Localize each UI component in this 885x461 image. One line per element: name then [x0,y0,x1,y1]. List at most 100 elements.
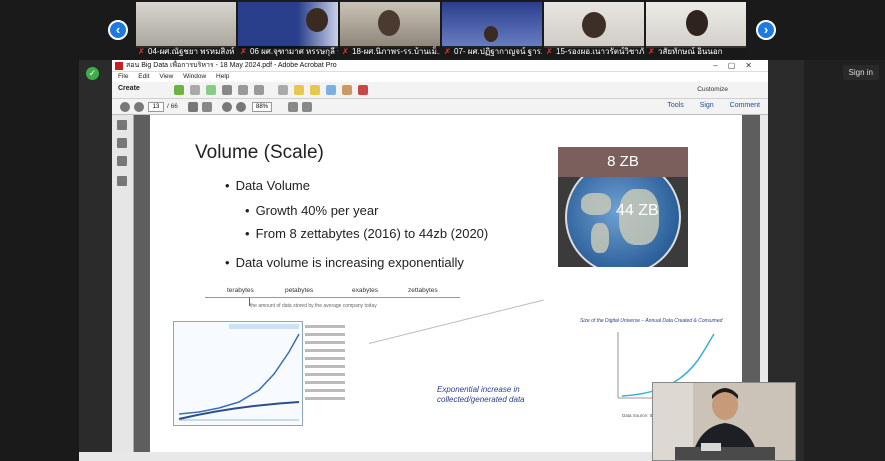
participant-name: 07- ผศ.ปฏิฐากาญจน์ ฐาร... [442,46,542,58]
mini-legend [229,324,299,329]
fit-page-icon[interactable] [288,102,298,112]
participant-name: วสัยทักษณ์ อินนอก [646,46,746,58]
select-tool-icon[interactable] [188,102,198,112]
digital-universe-title: Size of the Digital Universe – Annual Da… [580,318,723,324]
customize-dropdown[interactable]: Customize [697,86,728,93]
pages-panel-icon[interactable] [117,120,127,130]
attachments-icon[interactable] [117,156,127,166]
participant-tile[interactable]: ✗ 06 ผศ.จุฑามาศ หรรษกุลี ร... [238,2,338,58]
mini-wave [178,401,300,420]
zoom-input[interactable]: 88% [252,102,272,112]
cloud-icon[interactable] [206,85,216,95]
menu-file[interactable]: File [118,73,128,80]
share-left-strip: ✓ [79,60,112,461]
bookmarks-icon[interactable] [117,138,127,148]
security-shield-icon[interactable]: ✓ [86,67,99,80]
globe-large-label: 44 ZB [616,202,659,219]
exp-caption-line: Exponential increase in [437,385,520,394]
signatures-icon[interactable] [117,176,127,186]
menu-view[interactable]: View [159,73,173,80]
unit-label: petabytes [285,287,314,294]
save-icon[interactable] [190,85,200,95]
note-line [305,389,345,392]
globe-land [581,193,611,215]
participant-name: 06 ผศ.จุฑามาศ หรรษกุลี ร... [238,46,338,58]
exponential-caption: Exponential increase in collected/genera… [437,385,525,405]
create-button[interactable]: Create [118,85,140,92]
participant-tile[interactable]: ✗ 07- ผศ.ปฏิฐากาญจน์ ฐาร... [442,2,542,58]
page-total: / 66 [167,103,178,110]
exp-caption-line: collected/generated data [437,395,525,404]
data-units-scale: terabytes petabytes exabytes zettabytes [205,285,460,298]
window-title: สอน Big Data เพื่อการบริหาร - 18 May 202… [126,62,337,69]
tools-link[interactable]: Tools [667,102,683,109]
bullet-item: • Data Volume [225,178,310,193]
edit-icon[interactable] [238,85,248,95]
globe-small-label: 8 ZB [607,153,639,170]
main-toolbar: Create Customize [112,82,768,99]
globe-image: 8 ZB 44 ZB [558,147,688,267]
presenter-graphic [653,383,795,460]
unit-label: terabytes [227,287,254,294]
gallery-next-button[interactable]: › [756,20,776,40]
presenter-desk [675,447,775,460]
presenter-video[interactable] [652,382,796,461]
open-icon[interactable] [174,85,184,95]
next-page-icon[interactable] [134,102,144,112]
comment-icon[interactable] [294,85,304,95]
mini-curve [178,333,300,415]
unit-label: exabytes [352,287,379,294]
mic-muted-icon: ✗ [138,47,145,56]
menu-edit[interactable]: Edit [138,73,149,80]
menu-help[interactable]: Help [216,73,229,80]
slide-title: Volume (Scale) [195,142,324,163]
page-number-input[interactable]: 13 [148,102,164,112]
fit-width-icon[interactable] [302,102,312,112]
connector-line [368,299,544,344]
comment-link[interactable]: Comment [730,102,760,109]
zoom-in-icon[interactable] [236,102,246,112]
note-line [305,397,345,400]
stamp-icon[interactable] [342,85,352,95]
acrobat-app-icon [115,62,123,70]
prev-page-icon[interactable] [120,102,130,112]
panel-links: Tools Sign Comment [653,102,760,109]
note-line [305,341,345,344]
mic-muted-icon: ✗ [444,47,451,56]
share-right-strip [804,60,885,461]
settings-icon[interactable] [278,85,288,95]
print-icon[interactable] [222,85,232,95]
sign-in-button[interactable]: Sign in [842,65,879,80]
participant-name: 15-รองผอ.เนาวรัตน์วิชาภัย... [544,46,644,58]
page-toolbar: 13 / 66 88% Tools Sign Comment [112,99,768,115]
bullet-item: • From 8 zettabytes (2016) to 44zb (2020) [245,226,489,241]
participant-tile[interactable]: ✗ 15-รองผอ.เนาวรัตน์วิชาภัย... [544,2,644,58]
window-controls[interactable]: –▢✕ [713,60,762,72]
title-bar: สอน Big Data เพื่อการบริหาร - 18 May 202… [112,60,768,72]
storage-growth-image [173,321,303,426]
participant-tile[interactable]: ✗ 18-ผศ.นิภาพร-รร.บ้านเม็... [340,2,440,58]
highlight-icon[interactable] [310,85,320,95]
share-icon[interactable] [326,85,336,95]
pdf-icon[interactable] [358,85,368,95]
menu-window[interactable]: Window [183,73,206,80]
hand-tool-icon[interactable] [202,102,212,112]
note-line [305,349,345,352]
note-line [305,333,345,336]
zoom-out-icon[interactable] [222,102,232,112]
note-line [305,365,345,368]
sign-link[interactable]: Sign [700,102,714,109]
participant-tile[interactable]: ✗ 04-ผศ.ณัฐชยา พรหมสิงห์ [136,2,236,58]
presenter-paper [701,443,721,451]
email-icon[interactable] [254,85,264,95]
note-line [305,381,345,384]
mic-muted-icon: ✗ [546,47,553,56]
gallery-prev-button[interactable]: ‹ [108,20,128,40]
participant-tile[interactable]: ✗ วสัยทักษณ์ อินนอก [646,2,746,58]
mic-muted-icon: ✗ [342,47,349,56]
globe-land [591,223,609,253]
unit-label: zettabytes [408,287,438,294]
taskbar [79,452,652,461]
menu-bar: File Edit View Window Help [112,72,768,82]
bullet-item: • Data volume is increasing exponentially [225,255,464,270]
